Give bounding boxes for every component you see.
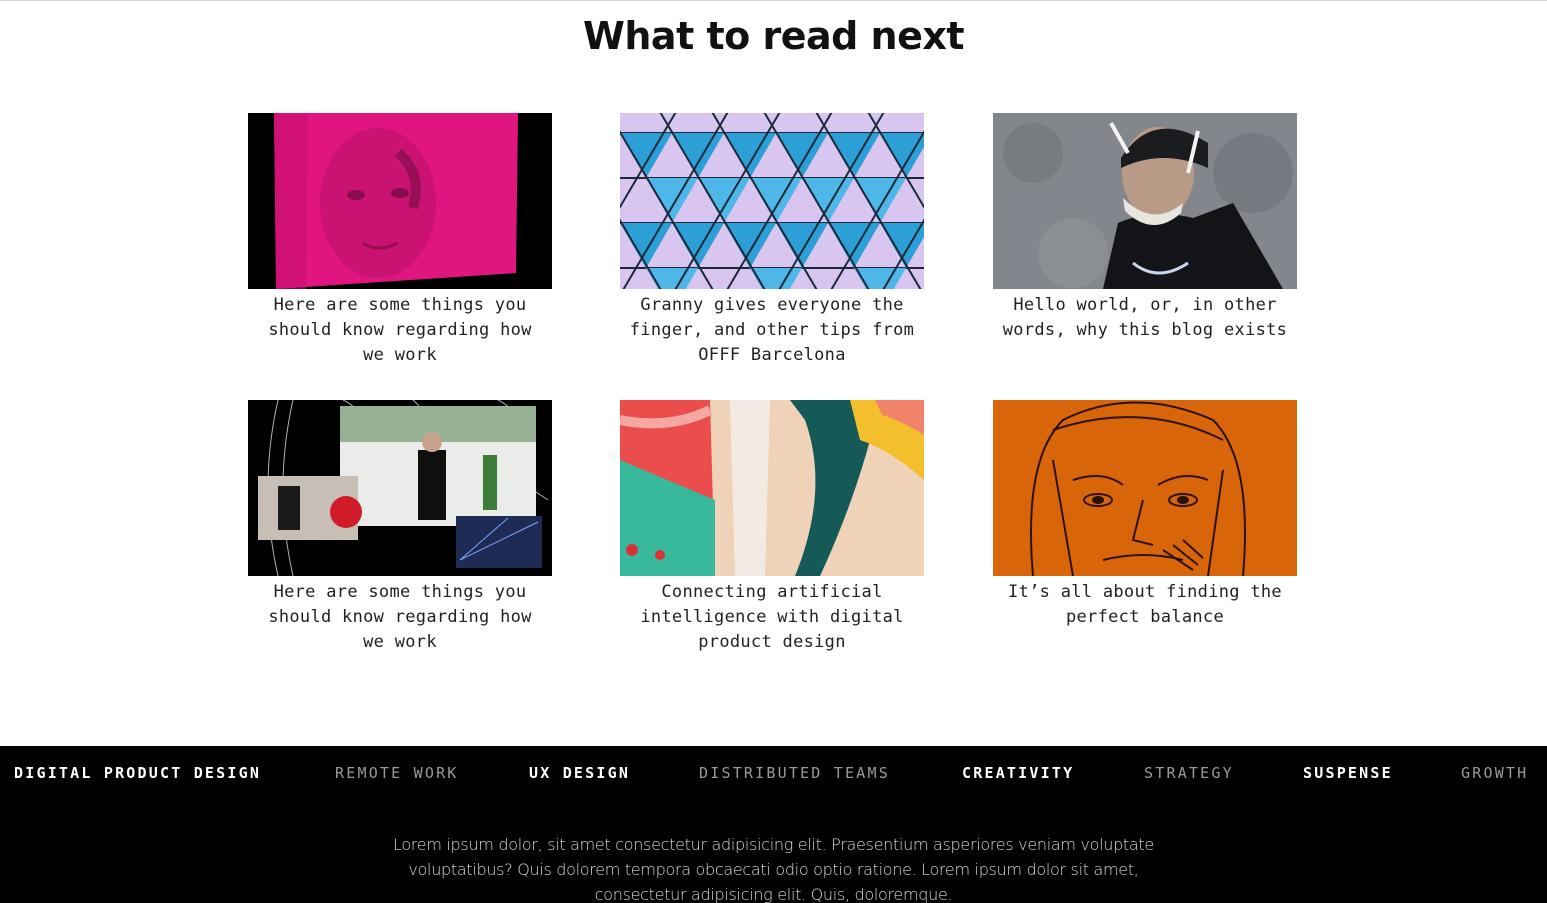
tag-list: DIGITAL PRODUCT DESIGN REMOTE WORK UX DE… (14, 764, 1534, 784)
article-card[interactable]: Here are some things you should know reg… (248, 400, 552, 655)
article-title[interactable]: Connecting artificial intelligence with … (620, 580, 924, 655)
event-collage-image[interactable] (248, 400, 552, 576)
article-title[interactable]: It’s all about finding the perfect balan… (993, 580, 1297, 630)
geometric-triangles-image[interactable] (620, 113, 924, 289)
tag-strategy[interactable]: STRATEGY (1144, 764, 1234, 782)
tag-ux-design[interactable]: UX DESIGN (529, 764, 630, 782)
abstract-painting-image[interactable] (620, 400, 924, 576)
article-title[interactable]: Hello world, or, in other words, why thi… (993, 293, 1297, 343)
page-title: What to read next (582, 14, 965, 58)
tag-remote-work[interactable]: REMOTE WORK (335, 764, 459, 782)
street-art-man-image[interactable] (993, 113, 1297, 289)
article-grid: Here are some things you should know reg… (248, 113, 1297, 713)
tag-distributed-teams[interactable]: DISTRIBUTED TEAMS (699, 764, 890, 782)
orange-sketch-face-image[interactable] (993, 400, 1297, 576)
article-card[interactable]: Granny gives everyone the finger, and ot… (620, 113, 924, 368)
tag-creativity[interactable]: CREATIVITY (962, 764, 1074, 782)
article-card[interactable]: Hello world, or, in other words, why thi… (993, 113, 1297, 343)
top-divider (0, 0, 1547, 1)
magenta-portrait-image[interactable] (248, 113, 552, 289)
tag-digital-product-design[interactable]: DIGITAL PRODUCT DESIGN (14, 764, 261, 782)
article-title[interactable]: Here are some things you should know reg… (248, 293, 552, 368)
tag-suspense[interactable]: SUSPENSE (1303, 764, 1393, 782)
tag-growth[interactable]: GROWTH (1461, 764, 1528, 782)
footer: DIGITAL PRODUCT DESIGN REMOTE WORK UX DE… (0, 746, 1547, 903)
article-card[interactable]: Here are some things you should know reg… (248, 113, 552, 368)
article-title[interactable]: Granny gives everyone the finger, and ot… (620, 293, 924, 368)
footer-description: Lorem ipsum dolor, sit amet consectetur … (393, 835, 1154, 903)
article-title[interactable]: Here are some things you should know reg… (248, 580, 552, 655)
article-card[interactable]: It’s all about finding the perfect balan… (993, 400, 1297, 630)
article-card[interactable]: Connecting artificial intelligence with … (620, 400, 924, 655)
